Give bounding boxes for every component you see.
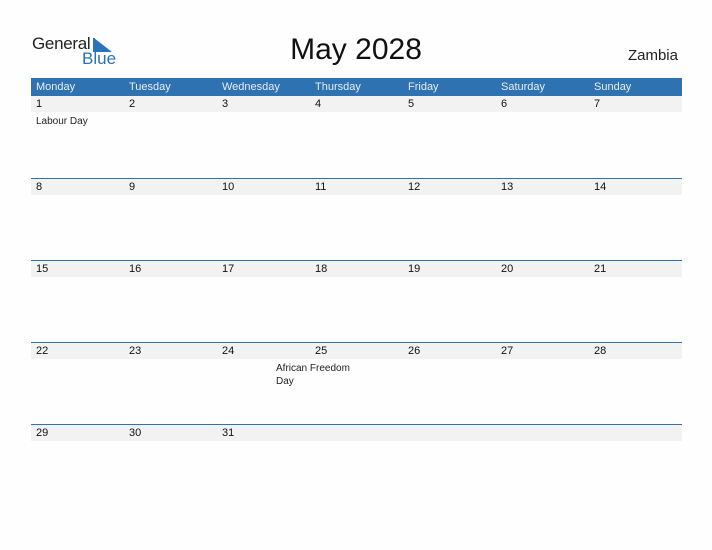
- holiday-label: [511, 359, 591, 388]
- day-number: 4: [315, 98, 322, 110]
- weekday-label: Saturday: [501, 81, 546, 93]
- holiday-label: [351, 359, 431, 388]
- day-number: 18: [315, 263, 328, 275]
- country-label: Zambia: [627, 47, 678, 64]
- week-row: 15 16 17 18 19 20 21: [31, 260, 682, 342]
- day-number: 19: [408, 263, 421, 275]
- week-row: 8 9 10 11 12 13 14: [31, 178, 682, 260]
- day-number: 23: [129, 345, 142, 357]
- weekday-label: Sunday: [594, 81, 632, 93]
- day-number: 25: [315, 345, 328, 357]
- day-number: 22: [36, 345, 49, 357]
- page-title: May 2028: [290, 33, 422, 66]
- day-number: 29: [36, 427, 49, 439]
- holiday-label: [511, 112, 591, 128]
- day-number: [589, 425, 682, 441]
- day-number: [310, 425, 403, 441]
- day-number: 13: [501, 181, 514, 193]
- day-number: 15: [36, 263, 49, 275]
- holiday-label: [191, 277, 271, 280]
- weekday-label: Wednesday: [222, 81, 280, 93]
- week-row: 22 23 24 25 26 27 28 African Freedom Day: [31, 342, 682, 424]
- holiday-label: [31, 195, 111, 198]
- day-number: 11: [315, 181, 327, 193]
- holiday-label: [351, 441, 431, 444]
- weekday-label: Thursday: [315, 81, 361, 93]
- holiday-label: [431, 112, 511, 128]
- holiday-label: [111, 112, 191, 128]
- day-number: 30: [129, 427, 142, 439]
- holiday-label: [511, 441, 591, 444]
- holiday-label: [431, 277, 511, 280]
- holiday-label: [111, 195, 191, 198]
- day-number-band: 15 16 17 18 19 20 21: [31, 261, 682, 277]
- holiday-label: [31, 359, 111, 388]
- day-number: 16: [129, 263, 142, 275]
- events-band: [31, 441, 682, 444]
- holiday-label: [431, 441, 511, 444]
- day-number: 27: [501, 345, 514, 357]
- day-number: 14: [594, 181, 607, 193]
- holiday-label: [351, 195, 431, 198]
- holiday-label: [31, 277, 111, 280]
- holiday-label: [351, 112, 431, 128]
- holiday-label: African Freedom Day: [276, 363, 350, 387]
- holiday-label: [511, 277, 591, 280]
- events-band: [31, 277, 682, 280]
- day-number: [403, 425, 496, 441]
- day-number: 7: [594, 98, 601, 110]
- events-band: [31, 195, 682, 198]
- day-number: 28: [594, 345, 607, 357]
- events-band: African Freedom Day: [31, 359, 682, 388]
- holiday-label: Labour Day: [36, 116, 88, 127]
- day-number: 1: [36, 98, 43, 110]
- holiday-label: [111, 359, 191, 388]
- holiday-label: [111, 277, 191, 280]
- day-number-band: 29 30 31: [31, 425, 682, 441]
- day-number-band: 8 9 10 11 12 13 14: [31, 179, 682, 195]
- holiday-label: [191, 112, 271, 128]
- holiday-label: [31, 441, 111, 444]
- week-row: 1 2 3 4 5 6 7 Labour Day: [31, 96, 682, 178]
- day-number: 12: [408, 181, 421, 193]
- day-number: 26: [408, 345, 421, 357]
- holiday-label: [511, 195, 591, 198]
- holiday-label: [111, 441, 191, 444]
- day-number: 20: [501, 263, 514, 275]
- week-row: 29 30 31: [31, 424, 682, 506]
- events-band: Labour Day: [31, 112, 682, 128]
- day-number: 3: [222, 98, 229, 110]
- weekday-label: Monday: [36, 81, 76, 93]
- day-number: 17: [222, 263, 235, 275]
- weekday-label: Friday: [408, 81, 439, 93]
- day-number-band: 1 2 3 4 5 6 7: [31, 96, 682, 112]
- weekday-label: Tuesday: [129, 81, 171, 93]
- holiday-label: [351, 277, 431, 280]
- day-number: 31: [222, 427, 235, 439]
- holiday-label: [191, 441, 271, 444]
- holiday-label: [271, 441, 351, 444]
- day-number: 2: [129, 98, 136, 110]
- calendar: Monday Tuesday Wednesday Thursday Friday…: [31, 78, 682, 506]
- holiday-label: [271, 112, 351, 128]
- holiday-label: [191, 359, 271, 388]
- day-number: [496, 425, 589, 441]
- day-number: 9: [129, 181, 136, 193]
- holiday-label: [431, 359, 511, 388]
- holiday-label: [271, 195, 351, 198]
- day-number: 6: [501, 98, 508, 110]
- day-number: 8: [36, 181, 43, 193]
- day-number: 5: [408, 98, 415, 110]
- holiday-label: [271, 277, 351, 280]
- weekday-header: Monday Tuesday Wednesday Thursday Friday…: [31, 78, 682, 96]
- day-number-band: 22 23 24 25 26 27 28: [31, 343, 682, 359]
- holiday-label: [191, 195, 271, 198]
- day-number: 24: [222, 345, 235, 357]
- day-number: 10: [222, 181, 235, 193]
- holiday-label: [431, 195, 511, 198]
- day-number: 21: [594, 263, 607, 275]
